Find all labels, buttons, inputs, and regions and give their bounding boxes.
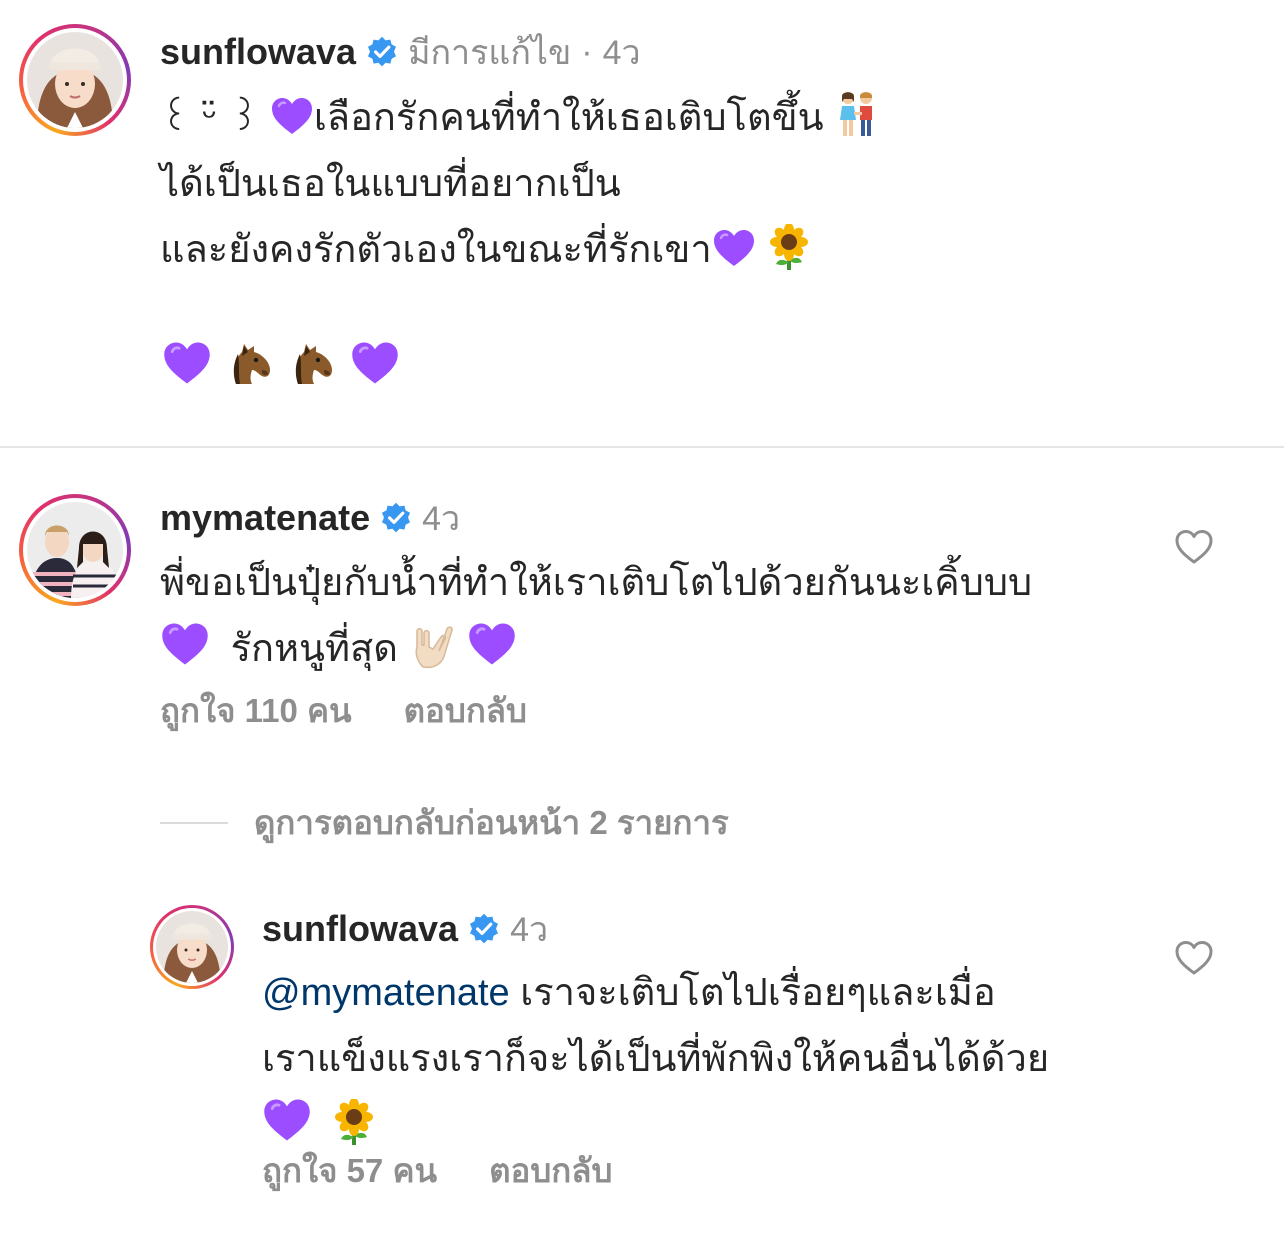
- reply-header: sunflowava 4ว: [262, 905, 548, 953]
- view-replies-label[interactable]: ดูการตอบกลับก่อนหน้า 2 รายการ: [254, 796, 729, 849]
- purple-heart-emoji: [350, 340, 400, 386]
- avatar-photo: [27, 32, 123, 128]
- view-replies[interactable]: ดูการตอบกลับก่อนหน้า 2 รายการ: [160, 796, 729, 849]
- kaomoji: ꒰ ᵕ̈ ꒱: [160, 95, 260, 139]
- heart-outline-icon[interactable]: [1174, 527, 1214, 567]
- timestamp[interactable]: 4ว: [510, 902, 548, 956]
- comment-line: ꒰ ᵕ̈ ꒱ เลือกรักคนที่ทำให้เธอเติบโตขึ้น: [160, 84, 1160, 151]
- replies-line: [160, 821, 228, 824]
- comment-line: พี่ขอเป็นปุ๋ยกับน้ำที่ทำให้เราเติบโตไปด้…: [160, 562, 1033, 604]
- purple-heart-emoji: [160, 621, 210, 667]
- reply-body: @mymatenate เราจะเติบโตไปเรื่อยๆและเมื่อ…: [262, 960, 1142, 1158]
- comment2-body: พี่ขอเป็นปุ๋ยกับน้ำที่ทำให้เราเติบโตไปด้…: [160, 550, 1150, 682]
- avatar-photo: [156, 911, 228, 983]
- comment-line: และยังคงรักตัวเองในขณะที่รักเขา: [160, 217, 1160, 283]
- purple-heart-emoji: [467, 621, 517, 667]
- likes-count[interactable]: ถูกใจ 57 คน: [262, 1144, 437, 1197]
- purple-heart-emoji: [712, 228, 756, 268]
- purple-heart-emoji: [270, 96, 314, 136]
- username[interactable]: sunflowava: [160, 31, 356, 73]
- comment-text: รักหนูที่สุด: [230, 628, 398, 670]
- separator: ·: [581, 32, 593, 71]
- edited-label: มีการแก้ไข: [408, 34, 572, 72]
- love-you-gesture-emoji: [409, 623, 457, 669]
- purple-heart-emoji: [262, 1097, 312, 1143]
- heart-outline-icon[interactable]: [1174, 938, 1214, 978]
- verified-badge-icon: [468, 913, 500, 945]
- username[interactable]: mymatenate: [160, 497, 370, 539]
- comment2-footer: ถูกใจ 110 คน ตอบกลับ: [160, 684, 527, 737]
- comment2-header: mymatenate 4ว: [160, 494, 460, 542]
- comment-line: เราแข็งแรงเราก็จะได้เป็นที่พักพิงให้คนอื…: [262, 1038, 1050, 1080]
- couple-holding-hands-emoji: [834, 90, 880, 138]
- verified-badge-icon: [380, 502, 412, 534]
- comment-text: เลือกรักคนที่ทำให้เธอเติบโตขึ้น: [313, 97, 824, 139]
- comment-line: รักหนูที่สุด: [160, 616, 1150, 682]
- reply-footer: ถูกใจ 57 คน ตอบกลับ: [262, 1144, 612, 1197]
- timestamp[interactable]: 4ว: [603, 25, 641, 79]
- sunflower-emoji: [766, 224, 812, 270]
- comment1-body: ꒰ ᵕ̈ ꒱ เลือกรักคนที่ทำให้เธอเติบโตขึ้น ไ…: [160, 84, 1160, 283]
- reply-button[interactable]: ตอบกลับ: [404, 684, 527, 737]
- comment-text: เราจะเติบโตไปเรื่อยๆและเมื่อ: [520, 972, 996, 1014]
- avatar-photo: [27, 502, 123, 598]
- comment-line: @mymatenate เราจะเติบโตไปเรื่อยๆและเมื่อ: [262, 960, 1142, 1026]
- timestamp[interactable]: 4ว: [422, 491, 460, 545]
- horse-face-emoji: [226, 340, 274, 386]
- avatar-sunflowava[interactable]: [150, 905, 234, 989]
- emoji-row: [162, 340, 400, 386]
- horse-face-emoji: [288, 340, 336, 386]
- comment-line: ได้เป็นเธอในแบบที่อยากเป็น: [160, 163, 621, 205]
- comment-text: และยังคงรักตัวเองในขณะที่รักเขา: [160, 229, 712, 271]
- reply-button[interactable]: ตอบกลับ: [489, 1144, 612, 1197]
- verified-badge-icon: [366, 36, 398, 68]
- avatar-mymatenate[interactable]: [19, 494, 131, 606]
- purple-heart-emoji: [162, 340, 212, 386]
- mention-link[interactable]: @mymatenate: [262, 972, 510, 1014]
- likes-count[interactable]: ถูกใจ 110 คน: [160, 684, 352, 737]
- username[interactable]: sunflowava: [262, 908, 458, 950]
- comment1-header: sunflowava มีการแก้ไข · 4ว: [160, 28, 641, 76]
- avatar-sunflowava[interactable]: [19, 24, 131, 136]
- divider: [0, 446, 1284, 448]
- sunflower-emoji: [331, 1099, 377, 1145]
